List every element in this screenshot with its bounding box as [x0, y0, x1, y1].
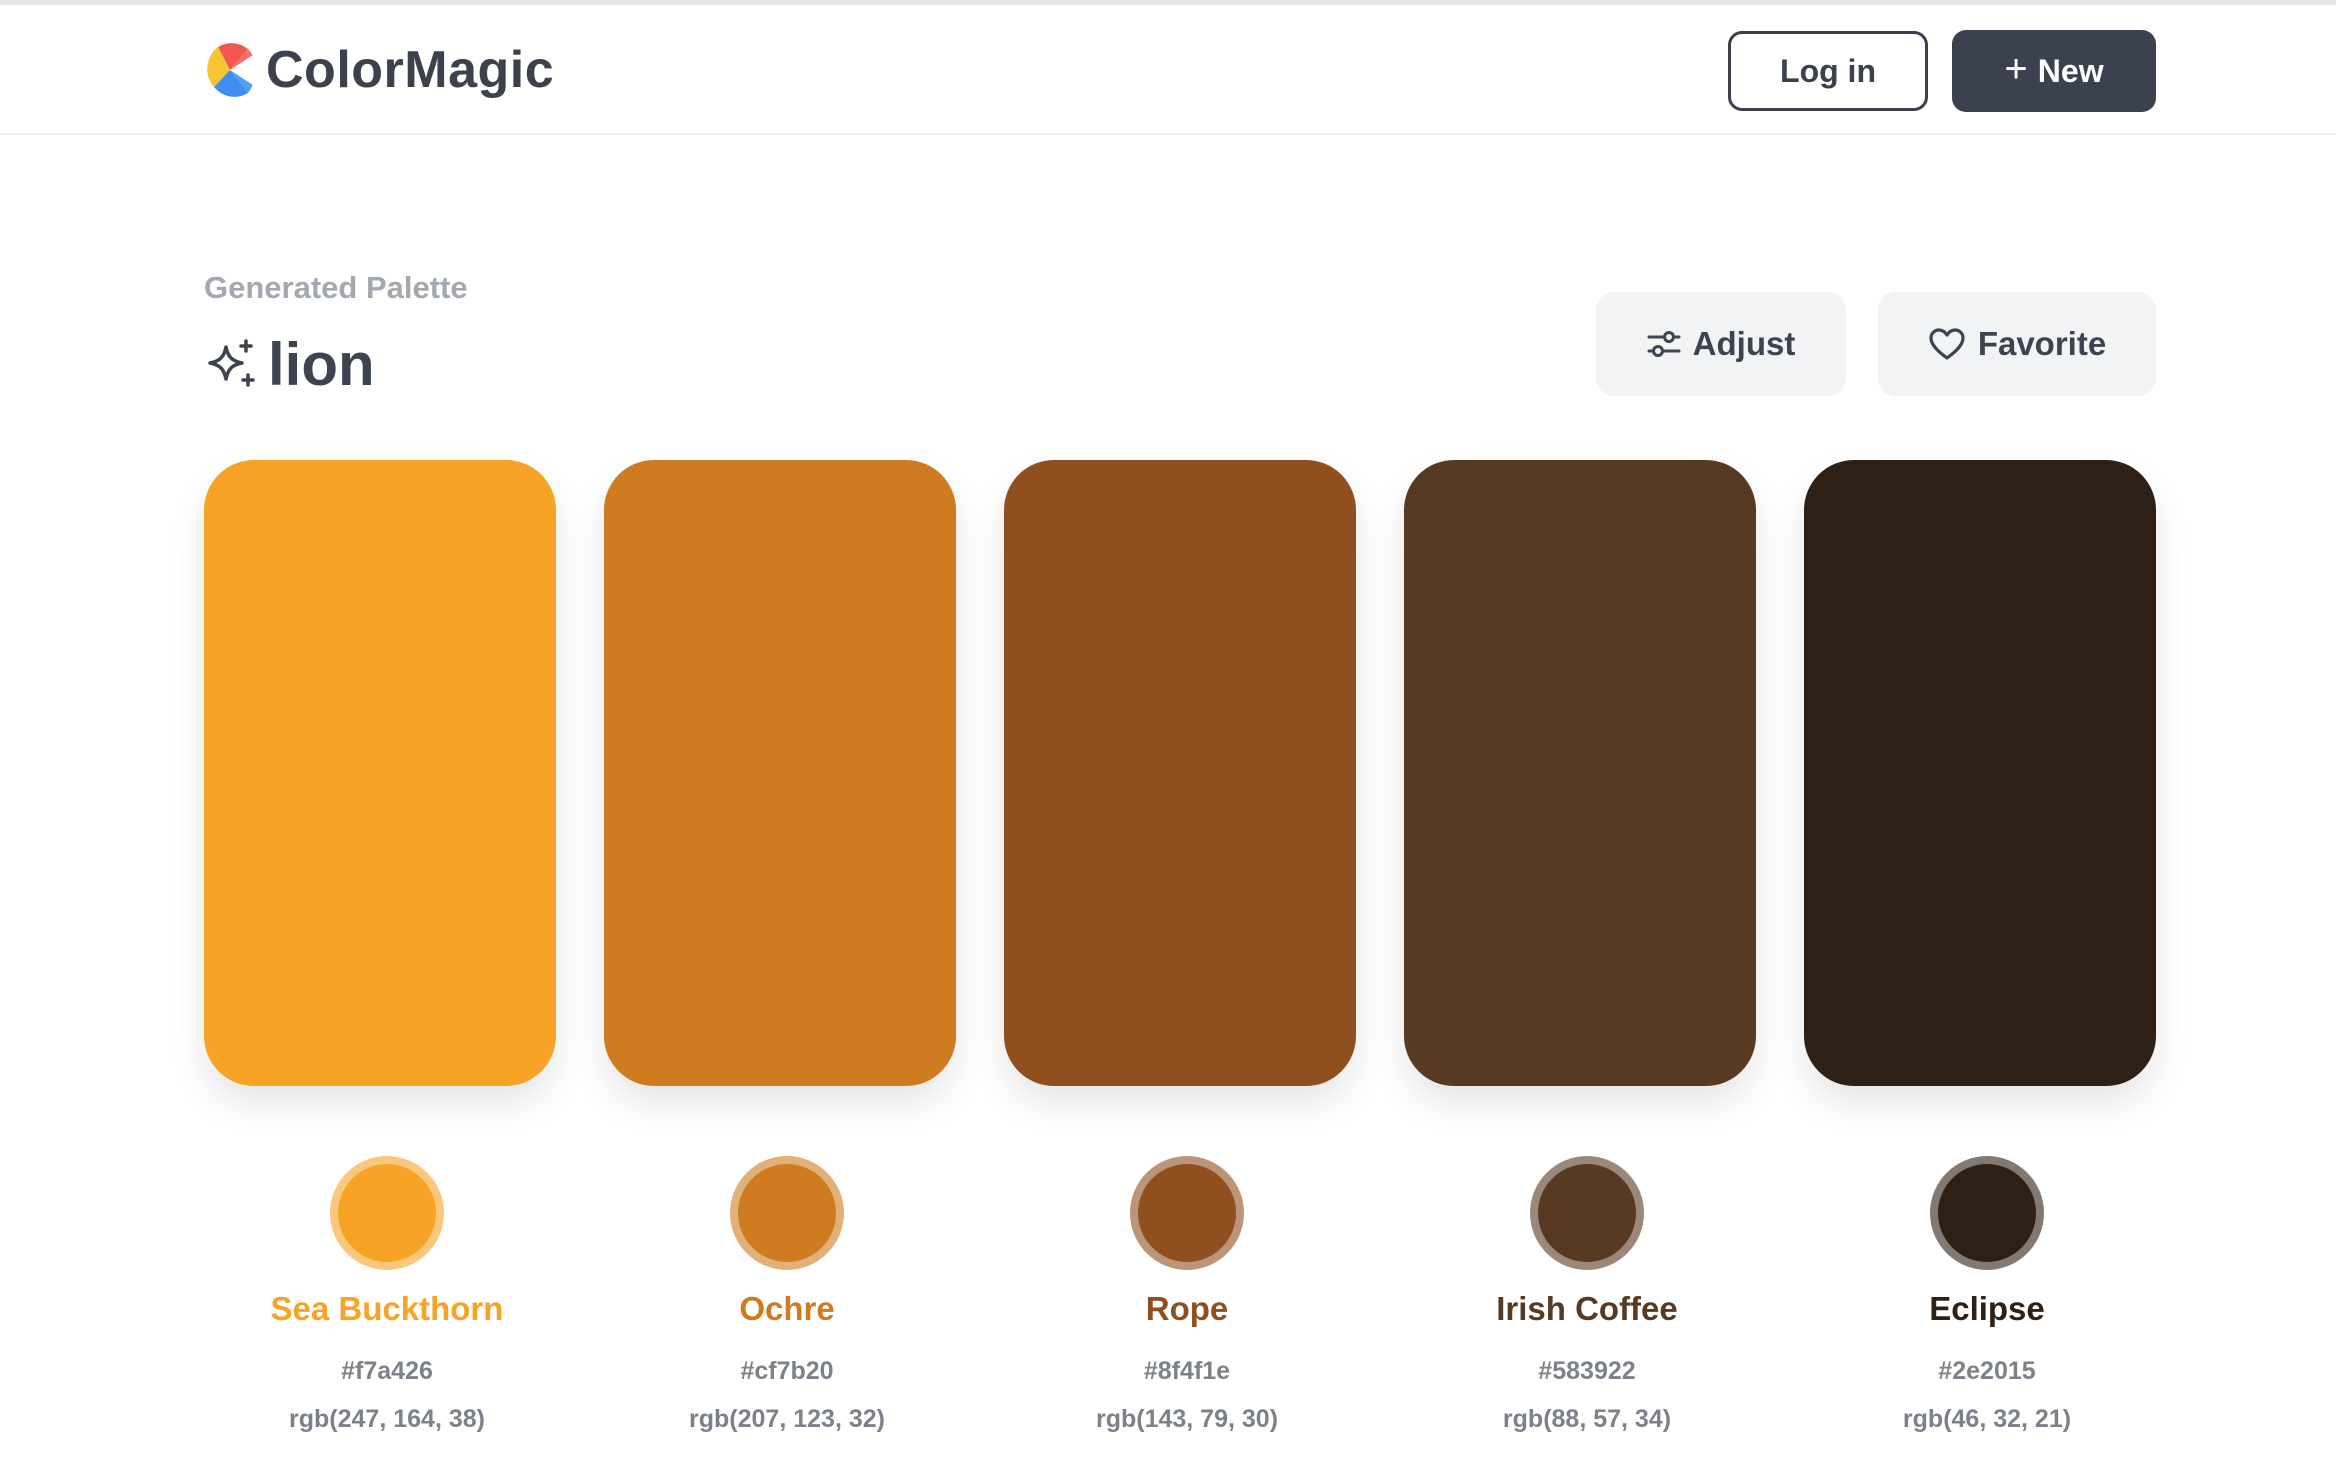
color-rgb[interactable]: rgb(143, 79, 30) — [987, 1405, 1387, 1434]
color-dot[interactable] — [738, 1164, 836, 1262]
heart-icon — [1929, 328, 1965, 360]
color-hex[interactable]: #cf7b20 — [587, 1357, 987, 1386]
favorite-label: Favorite — [1977, 325, 2107, 362]
color-name: Rope — [1145, 1290, 1229, 1327]
adjust-label: Adjust — [1692, 325, 1796, 362]
color-name: Ochre — [739, 1290, 835, 1327]
color-dot[interactable] — [1538, 1164, 1636, 1262]
color-hex[interactable]: #2e2015 — [1787, 1357, 2187, 1386]
color-swatch[interactable] — [604, 460, 956, 1086]
new-palette-button[interactable]: + New — [1952, 30, 2156, 112]
color-hex[interactable]: #583922 — [1387, 1357, 1787, 1386]
color-hex[interactable]: #8f4f1e — [987, 1357, 1387, 1386]
palette-subtitle: Generated Palette — [204, 270, 468, 305]
color-hex[interactable]: #f7a426 — [187, 1357, 587, 1386]
color-dot[interactable] — [1138, 1164, 1236, 1262]
sparkles-icon — [208, 338, 255, 387]
palette-heading: lion — [204, 330, 375, 399]
login-button[interactable]: Log in — [1728, 31, 1928, 111]
adjust-button[interactable]: Adjust — [1596, 292, 1846, 396]
sliders-icon — [1647, 331, 1681, 357]
colormagic-logo-icon — [207, 43, 256, 97]
top-nav: ColorMagic Log in + New — [0, 5, 2336, 135]
color-rgb[interactable]: rgb(46, 32, 21) — [1787, 1405, 2187, 1434]
color-swatch[interactable] — [1404, 460, 1756, 1086]
color-swatch[interactable] — [204, 460, 556, 1086]
color-rgb[interactable]: rgb(88, 57, 34) — [1387, 1405, 1787, 1434]
color-rgb[interactable]: rgb(207, 123, 32) — [587, 1405, 987, 1434]
palette-title: lion — [268, 331, 375, 398]
color-swatch[interactable] — [1804, 460, 2156, 1086]
plus-icon: + — [2004, 47, 2028, 91]
color-name: Sea Buckthorn — [270, 1290, 504, 1327]
brand-name: ColorMagic — [266, 41, 555, 99]
color-dot[interactable] — [1938, 1164, 2036, 1262]
color-name: Eclipse — [1929, 1290, 2045, 1327]
new-button-label: New — [2037, 52, 2104, 89]
brand-logo[interactable]: ColorMagic — [204, 39, 554, 101]
color-rgb[interactable]: rgb(247, 164, 38) — [187, 1405, 587, 1434]
color-dot[interactable] — [338, 1164, 436, 1262]
color-name: Irish Coffee — [1496, 1290, 1678, 1327]
favorite-button[interactable]: Favorite — [1878, 292, 2156, 396]
color-swatch[interactable] — [1004, 460, 1356, 1086]
